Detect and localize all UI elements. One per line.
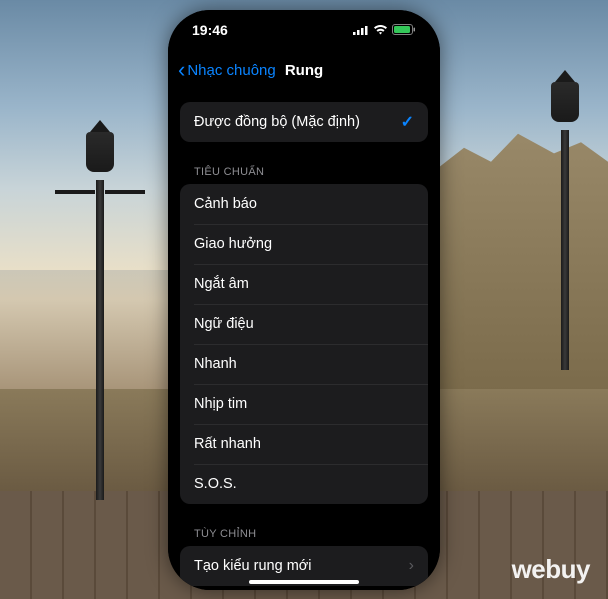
- watermark: webuy: [512, 554, 590, 585]
- cell-label: Ngữ điệu: [194, 316, 254, 332]
- group-standard: TIÊU CHUẨN Cảnh báo Giao hưởng Ngắt âm N…: [180, 160, 428, 504]
- home-indicator[interactable]: [249, 580, 359, 584]
- chevron-right-icon: ›: [409, 557, 414, 575]
- cell-mute[interactable]: Ngắt âm: [180, 264, 428, 304]
- section-header-standard: TIÊU CHUẨN: [180, 160, 428, 184]
- cell-label: Được đồng bộ (Mặc định): [194, 114, 360, 130]
- status-time: 19:46: [192, 22, 228, 38]
- cell-default-synced[interactable]: Được đồng bộ (Mặc định) ✓: [180, 102, 428, 142]
- phone-frame: 19:46 ‹ Nhạc chuông Rung: [168, 10, 440, 590]
- wifi-icon: [373, 22, 388, 38]
- nav-bar: ‹ Nhạc chuông Rung: [168, 50, 440, 92]
- group-custom: TÙY CHỈNH Tạo kiểu rung mới ›: [180, 522, 428, 586]
- section-header-custom: TÙY CHỈNH: [180, 522, 428, 546]
- cell-sos[interactable]: S.O.S.: [180, 464, 428, 504]
- settings-content[interactable]: Được đồng bộ (Mặc định) ✓ TIÊU CHUẨN Cản…: [168, 92, 440, 590]
- cell-symphony[interactable]: Giao hưởng: [180, 224, 428, 264]
- cell-label: S.O.S.: [194, 476, 237, 492]
- checkmark-icon: ✓: [401, 112, 414, 132]
- signal-icon: [353, 22, 369, 38]
- group-default: Được đồng bộ (Mặc định) ✓: [180, 102, 428, 142]
- cell-label: Nhịp tim: [194, 396, 247, 412]
- cell-label: Giao hưởng: [194, 236, 272, 252]
- phone-screen: 19:46 ‹ Nhạc chuông Rung: [168, 10, 440, 590]
- back-label: Nhạc chuông: [187, 62, 275, 79]
- page-title: Rung: [285, 62, 323, 79]
- chevron-left-icon: ‹: [178, 59, 185, 81]
- cell-label: Cảnh báo: [194, 196, 257, 212]
- cell-quick[interactable]: Nhanh: [180, 344, 428, 384]
- cell-label: Ngắt âm: [194, 276, 249, 292]
- cell-heartbeat[interactable]: Nhịp tim: [180, 384, 428, 424]
- cell-alert[interactable]: Cảnh báo: [180, 184, 428, 224]
- cell-label: Tạo kiểu rung mới: [194, 558, 312, 574]
- battery-icon: [392, 22, 416, 38]
- cell-label: Rất nhanh: [194, 436, 261, 452]
- cell-label: Nhanh: [194, 356, 237, 372]
- back-button[interactable]: ‹ Nhạc chuông: [178, 61, 276, 81]
- status-bar: 19:46: [168, 10, 440, 50]
- cell-rapid[interactable]: Rất nhanh: [180, 424, 428, 464]
- cell-accent[interactable]: Ngữ điệu: [180, 304, 428, 344]
